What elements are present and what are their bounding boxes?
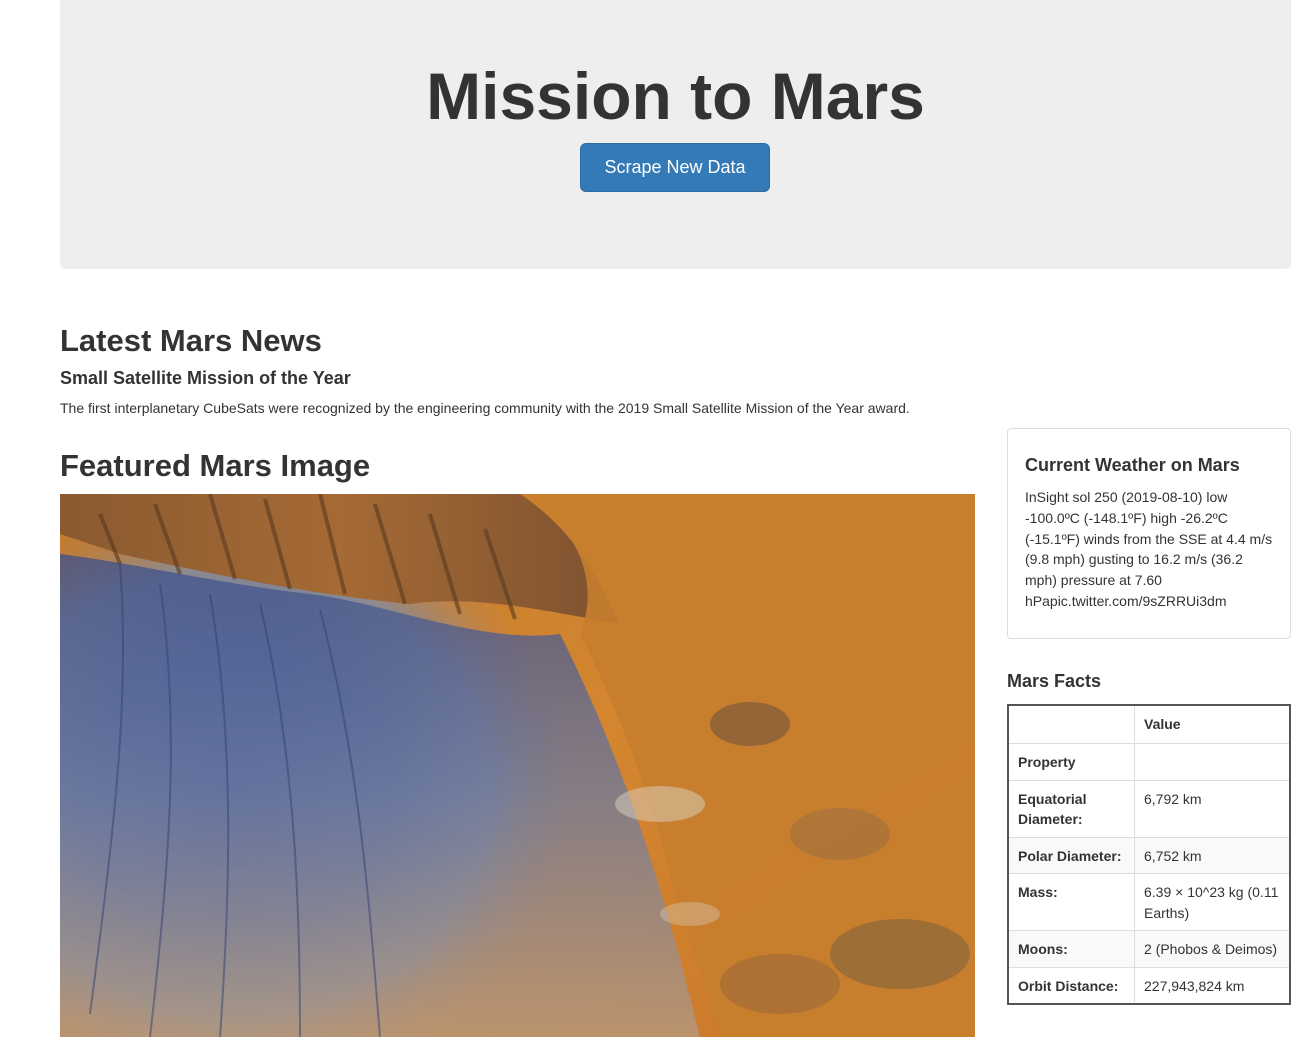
table-cell-value: 6,752 km	[1134, 836, 1291, 874]
table-cell-value: 227,943,824 km	[1134, 966, 1291, 1005]
jumbotron-header: Mission to Mars Scrape New Data	[60, 0, 1291, 269]
table-header-cell	[1007, 704, 1135, 744]
latest-news-heading: Latest Mars News	[60, 323, 322, 358]
table-row: Moons: 2 (Phobos & Deimos)	[1007, 930, 1291, 968]
table-cell-property: Moons:	[1007, 930, 1135, 968]
table-row: Polar Diameter: 6,752 km	[1007, 836, 1291, 874]
weather-text: InSight sol 250 (2019-08-10) low -100.0º…	[1025, 489, 1273, 609]
table-row: Orbit Distance: 227,943,824 km	[1007, 966, 1291, 1005]
weather-title: Current Weather on Mars	[1025, 455, 1240, 475]
table-header-row: Value	[1007, 704, 1291, 744]
page-title: Mission to Mars	[426, 59, 925, 133]
table-cell-property: Polar Diameter:	[1007, 836, 1135, 874]
weather-panel: Current Weather on Mars InSight sol 250 …	[1007, 428, 1291, 639]
table-cell-value: 6,792 km	[1134, 779, 1291, 838]
table-row: Equatorial Diameter: 6,792 km	[1007, 779, 1291, 838]
mars-facts-table: Value Property Equatorial Diameter: 6,79…	[1007, 704, 1291, 1005]
table-cell-value: 6.39 × 10^23 kg (0.11 Earths)	[1134, 873, 1291, 931]
table-cell-property: Mass:	[1007, 873, 1135, 931]
scrape-new-data-button[interactable]: Scrape New Data	[580, 143, 770, 192]
table-row: Mass: 6.39 × 10^23 kg (0.11 Earths)	[1007, 873, 1291, 931]
mars-facts-heading: Mars Facts	[1007, 671, 1102, 691]
table-cell-value	[1134, 743, 1291, 781]
featured-mars-image	[60, 494, 975, 1037]
table-cell-property: Equatorial Diameter:	[1007, 779, 1135, 838]
table-row: Property	[1007, 743, 1291, 781]
featured-image-heading: Featured Mars Image	[60, 448, 371, 483]
table-cell-property: Orbit Distance:	[1007, 966, 1135, 1005]
table-cell-value: 2 (Phobos & Deimos)	[1134, 930, 1291, 968]
news-paragraph: The first interplanetary CubeSats were r…	[60, 400, 910, 416]
news-title: Small Satellite Mission of the Year	[60, 368, 351, 388]
table-cell-property: Property	[1007, 743, 1135, 781]
table-header-cell: Value	[1134, 704, 1291, 744]
